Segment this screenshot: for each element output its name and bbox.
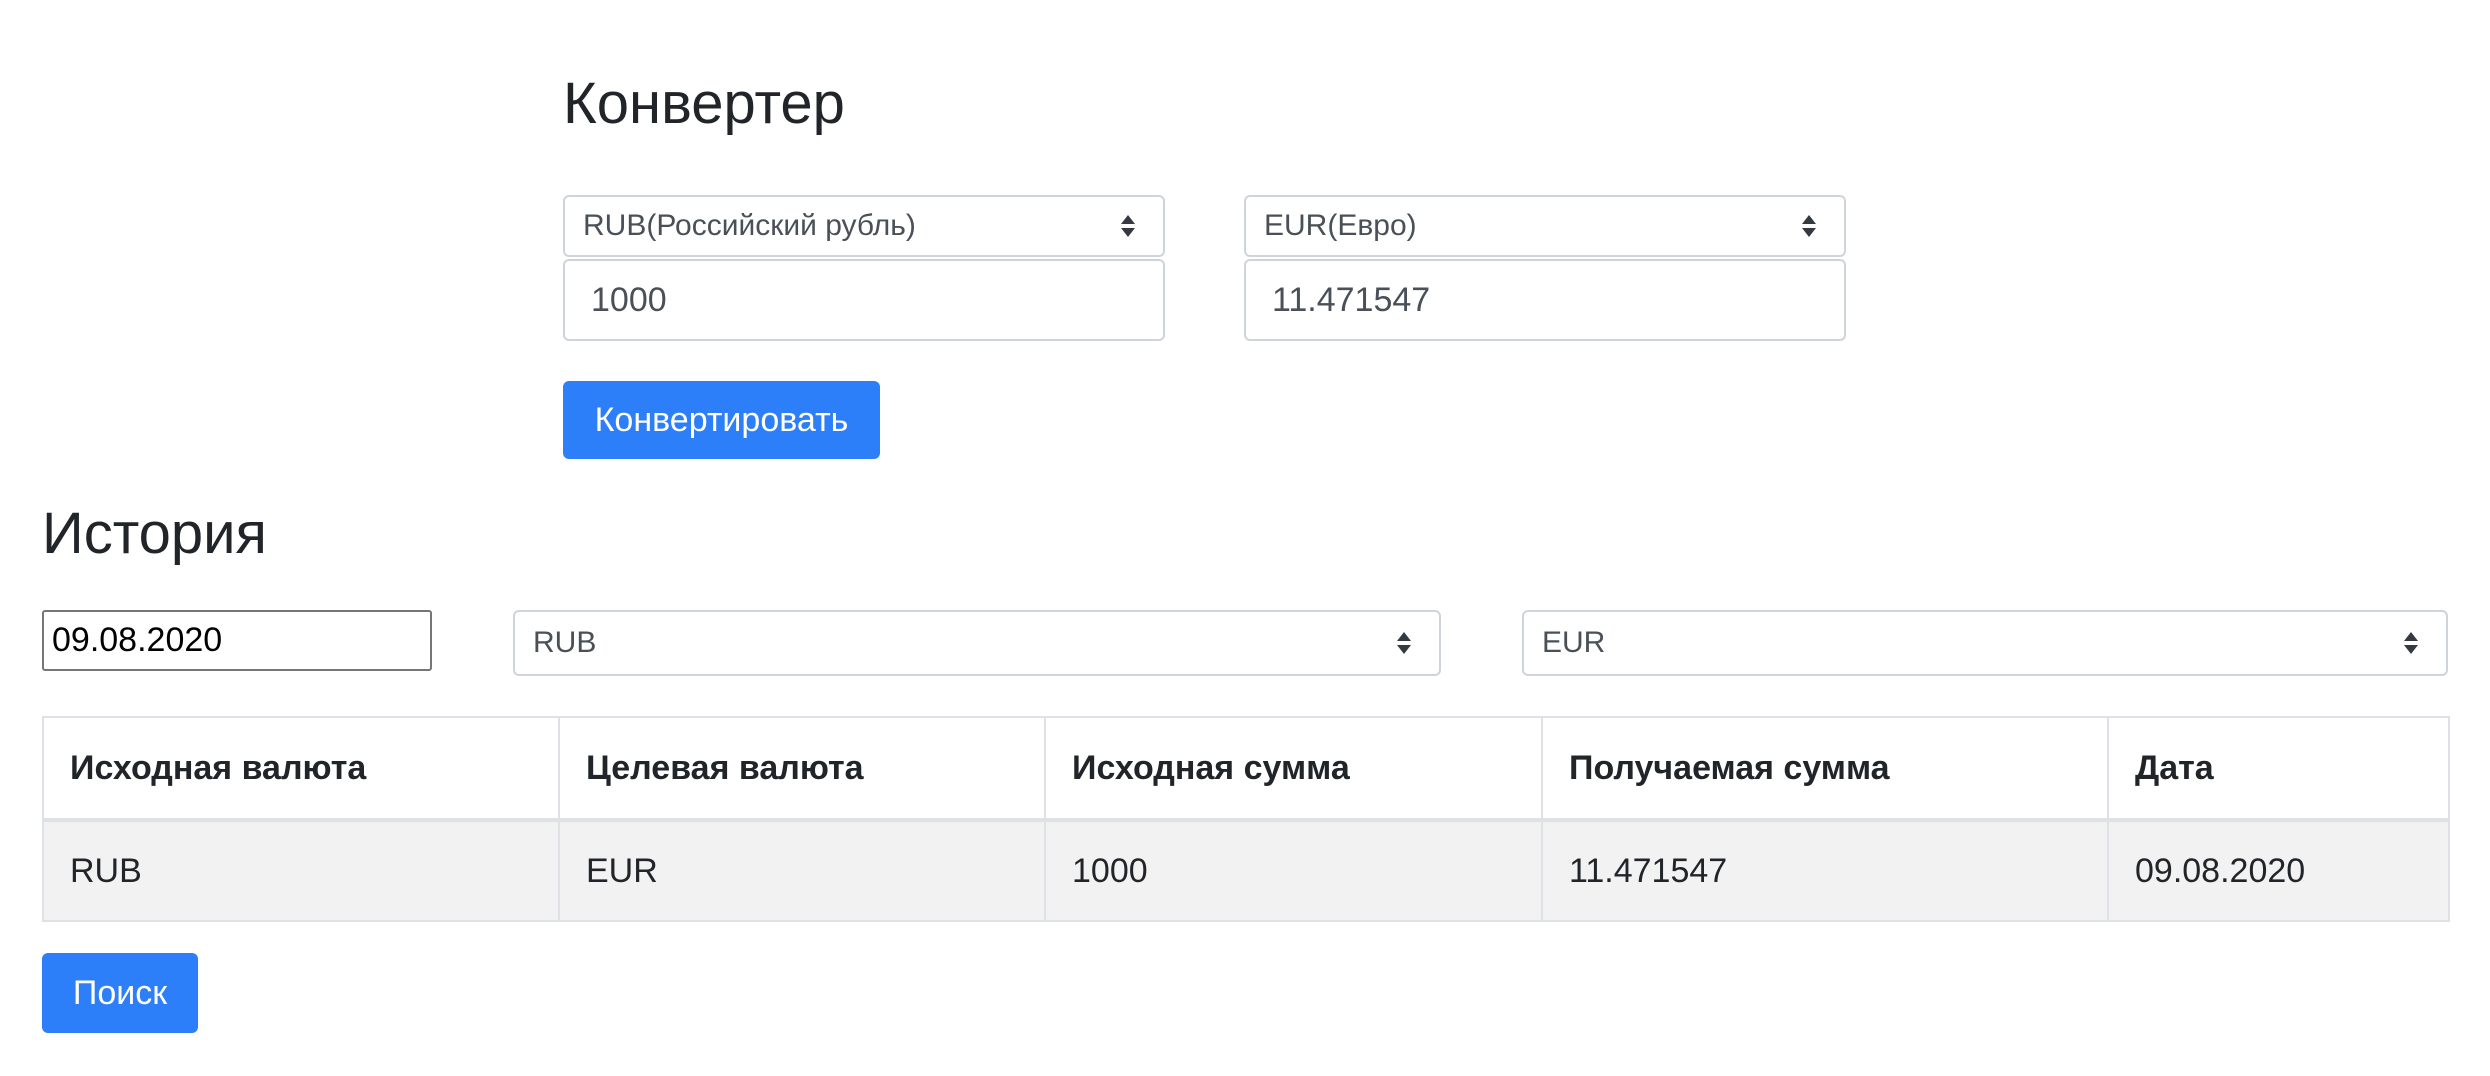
target-currency-filter[interactable]: EUR (1522, 610, 2448, 676)
converter-title: Конвертер (563, 71, 845, 136)
column-header-target-currency: Целевая валюта (558, 716, 1046, 822)
cell-source-amount: 1000 (1044, 819, 1543, 922)
cell-target-currency: EUR (558, 819, 1046, 922)
history-title: История (42, 501, 267, 566)
date-value: 09.08.2020 (52, 621, 223, 659)
column-header-received-amount: Получаемая сумма (1541, 716, 2109, 822)
history-table: Исходная валюта Целевая валюта Исходная … (42, 716, 2450, 922)
to-currency-value: EUR(Евро) (1264, 209, 1417, 242)
from-currency-value: RUB(Российский рубль) (583, 209, 916, 242)
table-header-row: Исходная валюта Целевая валюта Исходная … (42, 716, 2450, 822)
to-currency-select[interactable]: EUR(Евро) (1244, 195, 1846, 257)
from-amount-input[interactable]: 1000 (563, 259, 1165, 341)
cell-date: 09.08.2020 (2107, 819, 2450, 922)
from-amount-value: 1000 (591, 280, 667, 319)
source-currency-filter-value: RUB (533, 626, 597, 659)
sort-arrows-icon (2404, 632, 2418, 654)
column-header-source-currency: Исходная валюта (42, 716, 560, 822)
date-input[interactable]: 09.08.2020 (42, 610, 432, 671)
target-currency-filter-value: EUR (1542, 626, 1606, 659)
cell-source-currency: RUB (42, 819, 560, 922)
cell-received-amount: 11.471547 (1541, 819, 2109, 922)
sort-arrows-icon (1121, 215, 1135, 237)
column-header-date: Дата (2107, 716, 2450, 822)
table-row: RUB EUR 1000 11.471547 09.08.2020 (42, 819, 2450, 922)
column-header-source-amount: Исходная сумма (1044, 716, 1543, 822)
search-button[interactable]: Поиск (42, 953, 198, 1033)
to-amount-input[interactable]: 11.471547 (1244, 259, 1846, 341)
sort-arrows-icon (1397, 632, 1411, 654)
convert-button[interactable]: Конвертировать (563, 381, 880, 459)
sort-arrows-icon (1802, 215, 1816, 237)
source-currency-filter[interactable]: RUB (513, 610, 1441, 676)
from-currency-select[interactable]: RUB(Российский рубль) (563, 195, 1165, 257)
to-amount-value: 11.471547 (1272, 280, 1431, 319)
